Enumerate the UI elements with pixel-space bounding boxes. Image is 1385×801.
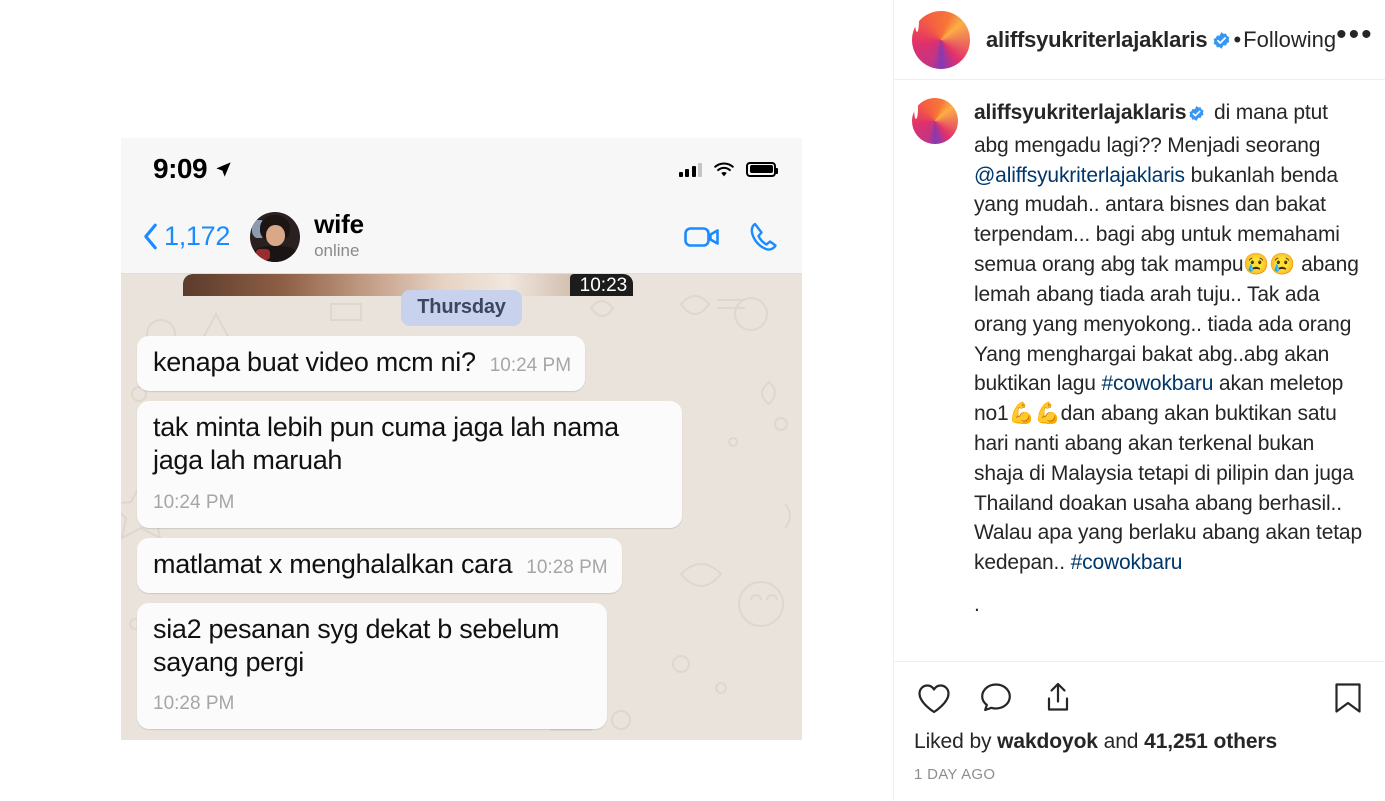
message-time: 10:24 PM bbox=[489, 355, 572, 377]
cellular-signal-icon bbox=[678, 162, 702, 177]
message-bubble-incoming[interactable]: tak minta lebih pun cuma jaga lah nama j… bbox=[137, 401, 682, 528]
likes-summary[interactable]: Liked by wakdoyok and 41,251 others bbox=[894, 718, 1385, 754]
contact-name-block[interactable]: wife online bbox=[314, 209, 364, 261]
post-caption-area: aliffsyukriterlajaklaris di mana ptut ab… bbox=[894, 80, 1385, 662]
verified-badge-icon bbox=[1188, 101, 1205, 131]
likes-suffix: others bbox=[1207, 730, 1278, 753]
header-username-text: aliffsyukriterlajaklaris bbox=[986, 26, 1208, 52]
caption-hashtag[interactable]: #cowokbaru bbox=[1071, 551, 1183, 574]
caption-text: aliffsyukriterlajaklaris di mana ptut ab… bbox=[974, 98, 1363, 620]
day-divider-label: Thursday bbox=[401, 290, 522, 326]
whatsapp-chat-header: 1,172 wife online bbox=[121, 200, 802, 274]
chat-header-actions bbox=[684, 221, 778, 252]
caption-username[interactable]: aliffsyukriterlajaklaris bbox=[974, 101, 1187, 124]
verified-badge-icon bbox=[1212, 30, 1231, 49]
whatsapp-chat-screenshot[interactable]: 9:09 1,172 wife online 10:23 Thursday ke… bbox=[121, 138, 802, 740]
location-arrow-icon bbox=[214, 160, 233, 179]
message-text: sia2 pesanan syg dekat b sebelum sayang … bbox=[153, 613, 560, 678]
message-time: 10:28 PM bbox=[153, 693, 235, 715]
back-unread-count: 1,172 bbox=[164, 221, 231, 251]
bookmark-icon[interactable] bbox=[1331, 678, 1365, 718]
post-media-pane: 9:09 1,172 wife online 10:23 Thursday ke… bbox=[0, 0, 893, 801]
header-separator-dot: • bbox=[1233, 26, 1242, 52]
message-text: matlamat x menghalalkan cara bbox=[153, 548, 513, 579]
message-time: 10:28 PM bbox=[526, 556, 608, 578]
message-row: tak minta lebih pun cuma jaga lah nama j… bbox=[137, 401, 786, 528]
status-bar-indicators bbox=[678, 161, 778, 178]
caption-avatar[interactable] bbox=[912, 98, 958, 144]
likes-middle: and bbox=[1097, 730, 1145, 753]
message-bubble-incoming[interactable]: sia2 pesanan syg dekat b sebelum sayang … bbox=[137, 602, 607, 730]
likes-prefix: Liked by bbox=[914, 730, 998, 753]
back-chevron-icon bbox=[143, 223, 158, 250]
day-divider: Thursday bbox=[137, 290, 786, 326]
contact-status: online bbox=[314, 240, 360, 260]
heart-icon[interactable] bbox=[914, 678, 954, 718]
share-icon[interactable] bbox=[1038, 678, 1078, 718]
caption-row: aliffsyukriterlajaklaris di mana ptut ab… bbox=[912, 98, 1363, 620]
status-bar-clock: 9:09 bbox=[153, 153, 208, 184]
contact-avatar[interactable] bbox=[250, 211, 301, 262]
whatsapp-message-list[interactable]: 10:23 PM Thursday kenapa buat video mcm … bbox=[121, 274, 802, 740]
phone-call-icon[interactable] bbox=[748, 221, 778, 252]
message-row: sia2 pesanan syg dekat b sebelum sayang … bbox=[137, 602, 786, 730]
post-header: aliffsyukriterlajaklaris • Following ••• bbox=[894, 0, 1385, 80]
comment-bubble-icon[interactable] bbox=[976, 678, 1016, 718]
message-row: matlamat x menghalalkan cara 10:28 PM bbox=[137, 537, 786, 593]
caption-segment-text: bukanlah benda yang mudah.. antara bisne… bbox=[974, 163, 1359, 396]
caption-hashtag[interactable]: #cowokbaru bbox=[1102, 372, 1214, 395]
likes-username[interactable]: wakdoyok bbox=[997, 730, 1098, 753]
more-options-icon[interactable]: ••• bbox=[1336, 19, 1380, 54]
message-text: kenapa buat video mcm ni? bbox=[153, 347, 476, 377]
post-timestamp: 1 DAY AGO bbox=[914, 766, 996, 783]
profile-avatar[interactable] bbox=[912, 10, 970, 69]
instagram-sidebar-pane: aliffsyukriterlajaklaris • Following ••• bbox=[893, 0, 1385, 801]
chat-scroll-area[interactable]: 10:23 PM Thursday kenapa buat video mcm … bbox=[121, 274, 802, 740]
video-call-icon[interactable] bbox=[684, 225, 720, 249]
message-bubble-incoming[interactable]: matlamat x menghalalkan cara 10:28 PM bbox=[137, 537, 622, 593]
likes-count: 41,251 bbox=[1144, 730, 1208, 753]
contact-name: wife bbox=[314, 209, 364, 240]
message-row: kenapa buat video mcm ni? 10:24 PM bbox=[137, 336, 786, 392]
message-time: 10:24 PM bbox=[153, 491, 235, 513]
header-username[interactable]: aliffsyukriterlajaklaris bbox=[986, 27, 1231, 53]
follow-state-button[interactable]: Following bbox=[1243, 27, 1336, 53]
caption-trailing-line: . bbox=[974, 593, 980, 616]
wifi-icon bbox=[713, 161, 735, 178]
caption-segment-text: akan meletop no1💪💪dan abang akan buktika… bbox=[974, 372, 1362, 575]
message-bubble-incoming[interactable]: kenapa buat video mcm ni? 10:24 PM bbox=[137, 336, 586, 392]
caption-mention[interactable]: @aliffsyukriterlajaklaris bbox=[974, 164, 1185, 187]
battery-full-icon bbox=[746, 161, 778, 177]
post-footer: Liked by wakdoyok and 41,251 others 1 DA… bbox=[894, 662, 1385, 801]
message-text: tak minta lebih pun cuma jaga lah nama j… bbox=[153, 412, 619, 476]
ios-status-bar: 9:09 bbox=[121, 138, 802, 200]
post-action-bar bbox=[894, 662, 1385, 718]
back-button[interactable]: 1,172 bbox=[143, 221, 230, 252]
instagram-post-page: 9:09 1,172 wife online 10:23 Thursday ke… bbox=[0, 0, 1385, 801]
